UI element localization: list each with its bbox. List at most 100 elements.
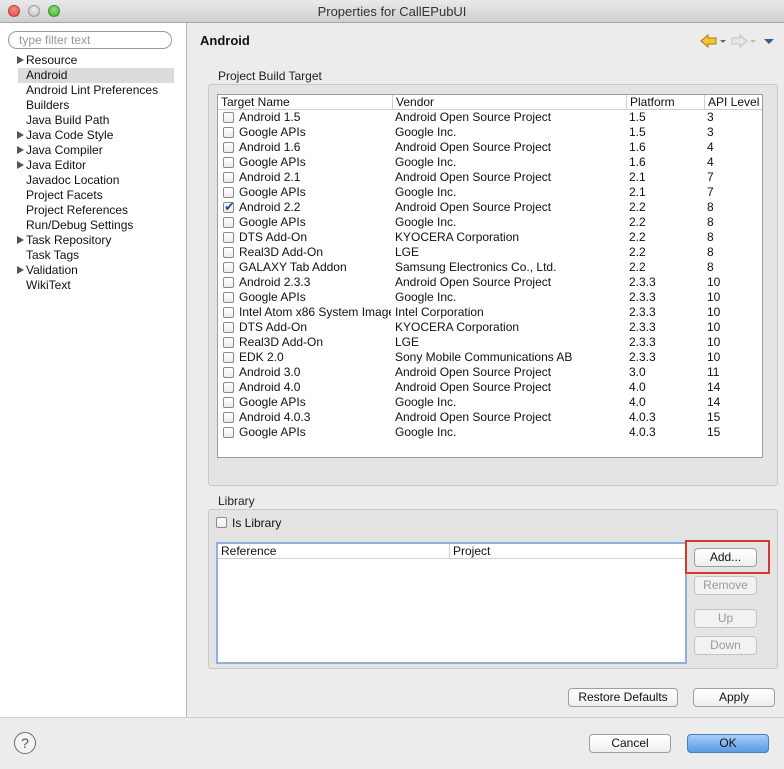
up-button[interactable]: Up <box>694 609 757 628</box>
table-row[interactable]: Android 2.1 Android Open Source Project 2.… <box>218 170 762 185</box>
column-header-reference[interactable]: Reference <box>218 544 450 558</box>
target-checkbox[interactable] <box>223 322 234 333</box>
table-row[interactable]: Real3D Add-On LGE 2.2 8 <box>218 245 762 260</box>
expand-triangle-icon[interactable] <box>17 131 24 139</box>
help-icon[interactable]: ? <box>14 732 36 754</box>
target-checkbox[interactable] <box>223 292 234 303</box>
cell-api: 4 <box>707 155 714 169</box>
table-row[interactable]: Google APIs Google Inc. 4.0 14 <box>218 395 762 410</box>
tree-item[interactable]: Java Build Path <box>0 113 186 128</box>
target-checkbox[interactable] <box>223 142 234 153</box>
table-row[interactable]: Google APIs Google Inc. 4.0.3 15 <box>218 425 762 440</box>
column-header-vendor[interactable]: Vendor <box>393 95 627 109</box>
restore-defaults-button[interactable]: Restore Defaults <box>568 688 678 707</box>
target-checkbox[interactable] <box>223 427 234 438</box>
table-row[interactable]: Android 2.3.3 Android Open Source Project… <box>218 275 762 290</box>
table-row[interactable]: Android 1.5 Android Open Source Project 1.… <box>218 110 762 125</box>
cell-api: 8 <box>707 200 714 214</box>
cell-name: DTS Add-On <box>239 320 308 334</box>
target-checkbox[interactable] <box>223 412 234 423</box>
target-checkbox[interactable] <box>223 199 235 214</box>
cell-vendor: Google Inc. <box>395 395 457 409</box>
tree-item[interactable]: Task Tags <box>0 248 186 263</box>
expand-triangle-icon[interactable] <box>17 266 24 274</box>
target-checkbox[interactable] <box>223 247 234 258</box>
tree-item[interactable]: Resource <box>0 53 186 68</box>
cell-name: Google APIs <box>239 290 306 304</box>
tree-item[interactable]: Javadoc Location <box>0 173 186 188</box>
back-dropdown-icon[interactable] <box>719 34 727 48</box>
target-checkbox[interactable] <box>223 277 234 288</box>
target-checkbox[interactable] <box>223 187 234 198</box>
tree-item[interactable]: Project References <box>0 203 186 218</box>
column-header-platform[interactable]: Platform <box>627 95 705 109</box>
down-button[interactable]: Down <box>694 636 757 655</box>
apply-button[interactable]: Apply <box>693 688 775 707</box>
table-row[interactable]: Google APIs Google Inc. 1.6 4 <box>218 155 762 170</box>
cell-api: 15 <box>707 410 721 424</box>
expand-triangle-icon[interactable] <box>17 56 24 64</box>
tree-item[interactable]: Android <box>18 68 174 83</box>
table-row[interactable]: EDK 2.0 Sony Mobile Communications AB 2.3.… <box>218 350 762 365</box>
table-row[interactable]: Android 1.6 Android Open Source Project 1.… <box>218 140 762 155</box>
table-row[interactable]: DTS Add-On KYOCERA Corporation 2.2 8 <box>218 230 762 245</box>
title-bar: Properties for CallEPubUI <box>0 0 784 23</box>
column-header-api-level[interactable]: API Level <box>705 95 761 109</box>
table-row[interactable]: Real3D Add-On LGE 2.3.3 10 <box>218 335 762 350</box>
table-row[interactable]: Google APIs Google Inc. 2.1 7 <box>218 185 762 200</box>
cell-api: 10 <box>707 320 721 334</box>
target-checkbox[interactable] <box>223 397 234 408</box>
expand-triangle-icon[interactable] <box>17 146 24 154</box>
target-checkbox[interactable] <box>223 112 234 123</box>
target-checkbox[interactable] <box>223 367 234 378</box>
add-library-button[interactable]: Add... <box>694 548 757 567</box>
tree-item[interactable]: Builders <box>0 98 186 113</box>
table-row[interactable]: DTS Add-On KYOCERA Corporation 2.3.3 10 <box>218 320 762 335</box>
table-row[interactable]: Android 3.0 Android Open Source Project 3.… <box>218 365 762 380</box>
cell-name: Android 2.1 <box>239 170 301 184</box>
tree-item[interactable]: Validation <box>0 263 186 278</box>
target-checkbox[interactable] <box>223 217 234 228</box>
expand-triangle-icon[interactable] <box>17 236 24 244</box>
tree-item[interactable]: Java Compiler <box>0 143 186 158</box>
table-row[interactable]: GALAXY Tab Addon Samsung Electronics Co.,… <box>218 260 762 275</box>
cell-name: Android 1.5 <box>239 110 301 124</box>
tree-item-label: WikiText <box>26 278 71 292</box>
target-checkbox[interactable] <box>223 382 234 393</box>
target-checkbox[interactable] <box>223 157 234 168</box>
column-header-target-name[interactable]: Target Name <box>218 95 393 109</box>
tree-item[interactable]: Android Lint Preferences <box>0 83 186 98</box>
target-checkbox[interactable] <box>223 232 234 243</box>
tree-item[interactable]: Java Editor <box>0 158 186 173</box>
tree-item[interactable]: Run/Debug Settings <box>0 218 186 233</box>
column-header-project[interactable]: Project <box>450 544 683 558</box>
target-checkbox[interactable] <box>223 262 234 273</box>
tree-item-label: Project Facets <box>26 188 103 202</box>
target-checkbox[interactable] <box>223 307 234 318</box>
table-row[interactable]: Google APIs Google Inc. 2.3.3 10 <box>218 290 762 305</box>
remove-library-button[interactable]: Remove <box>694 576 757 595</box>
table-row[interactable]: Android 2.2 Android Open Source Project 2.… <box>218 199 762 215</box>
tree-item[interactable]: Project Facets <box>0 188 186 203</box>
cell-name: Android 2.3.3 <box>239 275 311 289</box>
cancel-button[interactable]: Cancel <box>589 734 671 753</box>
filter-input[interactable] <box>8 31 172 49</box>
target-checkbox[interactable] <box>223 352 234 363</box>
target-checkbox[interactable] <box>223 337 234 348</box>
table-row[interactable]: Intel Atom x86 System Image Intel Corpora… <box>218 305 762 320</box>
view-menu-icon[interactable] <box>763 34 775 48</box>
target-checkbox[interactable] <box>223 172 234 183</box>
table-row[interactable]: Google APIs Google Inc. 1.5 3 <box>218 125 762 140</box>
back-arrow-icon[interactable] <box>700 34 718 48</box>
is-library-checkbox[interactable] <box>216 517 227 528</box>
ok-button[interactable]: OK <box>687 734 769 753</box>
tree-item[interactable]: WikiText <box>0 278 186 293</box>
target-checkbox[interactable] <box>223 127 234 138</box>
expand-triangle-icon[interactable] <box>17 161 24 169</box>
tree-item[interactable]: Java Code Style <box>0 128 186 143</box>
tree-item[interactable]: Task Repository <box>0 233 186 248</box>
table-row[interactable]: Android 4.0 Android Open Source Project 4.… <box>218 380 762 395</box>
cell-name: Google APIs <box>239 425 306 439</box>
table-row[interactable]: Android 4.0.3 Android Open Source Project… <box>218 410 762 425</box>
table-row[interactable]: Google APIs Google Inc. 2.2 8 <box>218 215 762 230</box>
